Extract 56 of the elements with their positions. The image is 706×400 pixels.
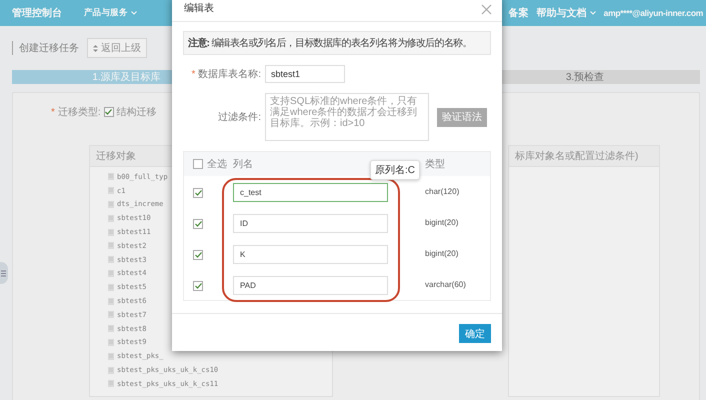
table-cell-text: bigint(20) [425, 249, 460, 258]
page-title: 创建迁移任务 [12, 41, 79, 55]
column-header: 类型 [425, 158, 445, 171]
back-button[interactable]: 返回上级 [87, 38, 147, 58]
nav-link[interactable]: 产品与服务 [84, 7, 137, 19]
menu-icon [1, 270, 6, 276]
caret-icon [590, 11, 596, 15]
filter-field[interactable]: 支持SQL标准的where条件，只有满足where条件的数据才会迁移到目标库。示例：id>10 [265, 93, 429, 141]
panel-title: 标库对象名或配置过滤条件) [509, 146, 659, 167]
table-icon [108, 270, 114, 277]
checkbox[interactable] [193, 188, 203, 198]
required-mark: * [192, 69, 196, 80]
field-label: 过滤条件: [217, 110, 261, 124]
column-name-field[interactable]: ID [233, 214, 388, 232]
column-name-field[interactable]: c_test [233, 182, 388, 202]
nav-link[interactable]: amp****@aliyun-inner.com [604, 8, 703, 18]
table-icon [108, 173, 114, 180]
close-icon [481, 4, 492, 15]
table-icon [108, 284, 114, 291]
nav-link[interactable]: 管理控制台 [12, 6, 62, 20]
caret-icon [130, 11, 137, 15]
nav-link[interactable]: 备案 [508, 6, 529, 20]
tooltip: 原列名:C [370, 160, 420, 180]
nav-link[interactable]: 帮助与文档 [536, 6, 596, 20]
field-label: 迁移类型: [58, 106, 101, 119]
table-icon [108, 380, 114, 388]
notice-text: 注意: 编辑表名或列名后，目标数据库的表名列名将为修改后的名称。 [183, 31, 491, 55]
required-mark: * [51, 106, 55, 118]
checkbox[interactable] [193, 218, 203, 228]
table-icon [108, 352, 114, 360]
column-name-field[interactable]: K [233, 244, 388, 264]
table-icon [108, 228, 114, 236]
checkbox[interactable] [193, 159, 203, 169]
checkbox-label: 结构迁移 [116, 106, 157, 119]
checkbox[interactable] [193, 280, 203, 290]
arrows-icon [93, 44, 98, 52]
table-icon [108, 187, 114, 194]
table-icon [108, 325, 114, 332]
column-name-field[interactable]: PAD [233, 276, 388, 294]
table-cell-text: bigint(20) [425, 218, 460, 227]
table-icon [108, 242, 114, 250]
table-icon [108, 214, 114, 222]
close-button[interactable] [481, 4, 492, 15]
table-icon [108, 256, 114, 264]
table-icon [108, 311, 114, 318]
confirm-button[interactable]: 确定 [459, 324, 491, 343]
table-icon [108, 366, 114, 374]
table-icon [108, 200, 114, 208]
table-icon [108, 298, 114, 305]
checkbox[interactable] [104, 107, 114, 117]
table-icon [108, 338, 114, 346]
table-cell-text: varchar(60) [425, 280, 467, 289]
checkbox[interactable] [193, 250, 203, 260]
dialog-title: 编辑表 [184, 2, 214, 15]
table-name-field[interactable]: sbtest1 [265, 65, 345, 83]
table-cell-text: char(120) [425, 187, 460, 196]
